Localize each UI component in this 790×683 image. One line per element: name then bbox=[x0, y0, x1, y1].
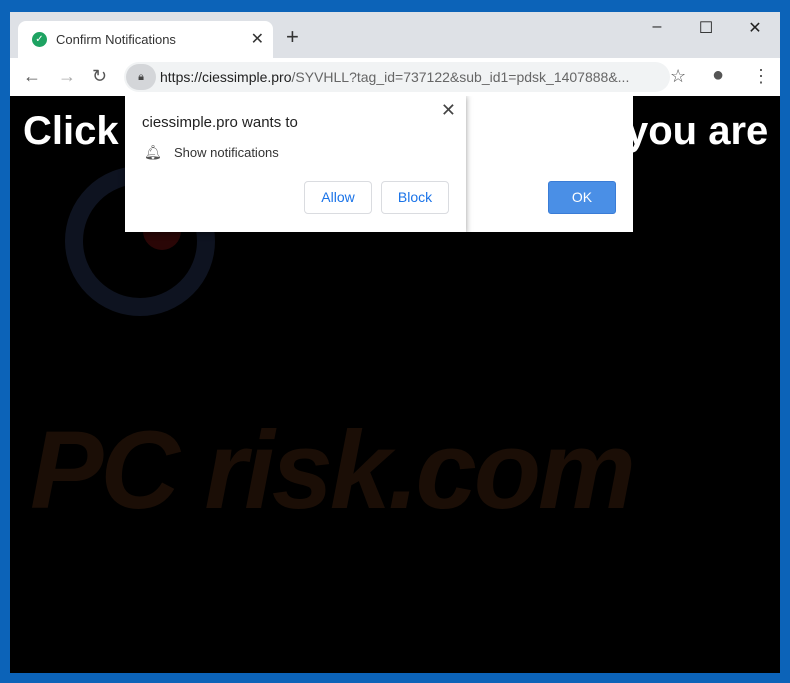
maximize-button[interactable]: ☐ bbox=[691, 18, 721, 38]
minimize-button[interactable]: – bbox=[642, 18, 672, 36]
tab-title: Confirm Notifications bbox=[56, 32, 176, 47]
close-dialog-icon[interactable]: ✕ bbox=[441, 100, 456, 120]
page-heading-right: you are bbox=[626, 109, 769, 153]
page-content: PC risk.com Click you are OK ciessimple.… bbox=[10, 96, 780, 673]
url-path: /SYVHLL?tag_id=737122&sub_id1=pdsk_14078… bbox=[291, 69, 630, 85]
check-circle-icon: ✓ bbox=[32, 32, 47, 47]
browser-window: ✓ Confirm Notifications ✕ + – ☐ ✕ ← → ↻ … bbox=[10, 12, 780, 673]
notification-permission-dialog: ciessimple.pro wants to ✕ 🔔︎ Show notifi… bbox=[125, 96, 466, 232]
back-icon[interactable]: ← bbox=[23, 66, 41, 87]
bell-icon: 🔔︎ bbox=[144, 144, 162, 160]
tab-confirm-notifications[interactable]: ✓ Confirm Notifications ✕ bbox=[18, 21, 273, 58]
new-tab-button[interactable]: + bbox=[286, 24, 299, 50]
lock-icon[interactable]: 🔒︎ bbox=[126, 64, 156, 90]
block-button[interactable]: Block bbox=[381, 181, 449, 214]
url-host: https://ciessimple.pro bbox=[160, 69, 292, 85]
alert-box: OK bbox=[466, 96, 633, 232]
permission-label: Show notifications bbox=[174, 145, 279, 160]
ok-button[interactable]: OK bbox=[548, 181, 616, 214]
close-window-button[interactable]: ✕ bbox=[740, 18, 770, 38]
tab-bar: ✓ Confirm Notifications ✕ + – ☐ ✕ bbox=[10, 12, 780, 58]
allow-button[interactable]: Allow bbox=[304, 181, 372, 214]
page-heading-left: Click bbox=[23, 109, 119, 153]
reload-icon[interactable]: ↻ bbox=[92, 66, 107, 87]
address-bar[interactable]: 🔒︎ https://ciessimple.pro/SYVHLL?tag_id=… bbox=[124, 62, 670, 92]
dialog-title: ciessimple.pro wants to bbox=[142, 114, 298, 131]
profile-icon[interactable]: ● bbox=[712, 64, 724, 87]
watermark-text: PC risk.com bbox=[30, 409, 636, 532]
bookmark-star-icon[interactable]: ☆ bbox=[670, 66, 686, 87]
close-tab-icon[interactable]: ✕ bbox=[251, 29, 264, 49]
forward-icon[interactable]: → bbox=[58, 66, 76, 87]
menu-icon[interactable]: ⋮ bbox=[752, 66, 770, 87]
toolbar: ← → ↻ 🔒︎ https://ciessimple.pro/SYVHLL?t… bbox=[10, 58, 780, 96]
